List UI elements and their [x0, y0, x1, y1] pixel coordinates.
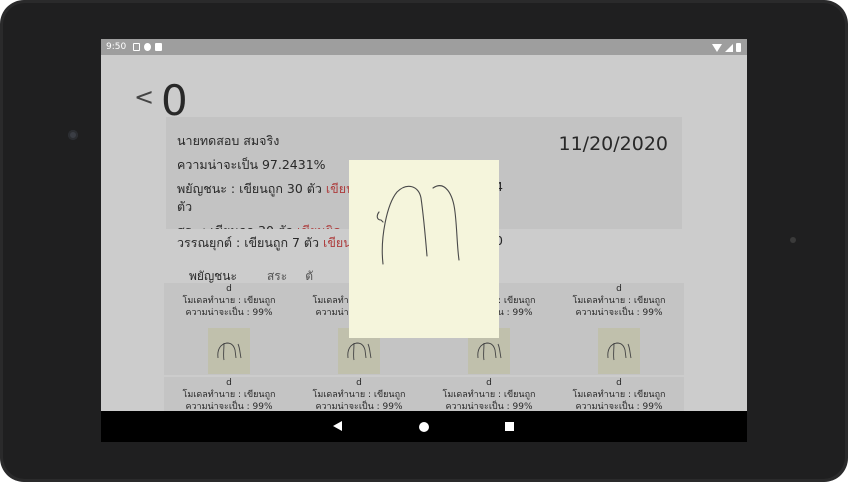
handwriting-image: [376, 185, 460, 265]
app-content: < 0 นายทดสอบ สมจริง ความน่าจะเป็น 97.243…: [101, 55, 747, 411]
triangle-back-icon[interactable]: [333, 421, 342, 431]
circle-home-icon[interactable]: [419, 422, 429, 432]
signal-icon: [725, 43, 733, 52]
status-time: 9:50: [106, 42, 127, 52]
notification-a-icon: [133, 43, 140, 51]
battery-icon: [736, 43, 741, 52]
status-bar: 9:50: [101, 39, 747, 55]
system-status-icons: [712, 43, 741, 52]
front-camera: [68, 130, 78, 140]
sensor-dot: [790, 237, 796, 243]
handwriting-preview-dialog[interactable]: [349, 160, 499, 338]
tablet-frame: 9:50 < 0 นายทดสอบ สมจริง ความน่าจะเป็น 9…: [0, 0, 848, 482]
notification-icons: [133, 43, 162, 51]
system-nav-bar: [101, 411, 747, 442]
wifi-icon: [712, 43, 722, 52]
notification-circle-icon: [144, 43, 151, 51]
square-recent-icon[interactable]: [505, 422, 514, 431]
sd-card-icon: [155, 43, 162, 51]
screen: 9:50 < 0 นายทดสอบ สมจริง ความน่าจะเป็น 9…: [101, 39, 747, 442]
